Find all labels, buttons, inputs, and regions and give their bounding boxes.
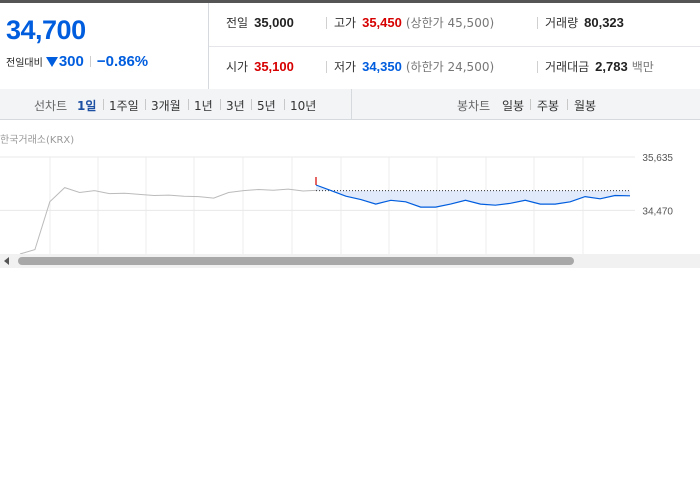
stat-value: 80,323: [584, 15, 624, 30]
candle-chart-periods: 봉차트 일봉 주봉 월봉: [351, 89, 700, 119]
scroll-left-icon[interactable]: [4, 257, 9, 265]
change-value: 300: [58, 53, 84, 70]
stat-label: 고가: [334, 16, 357, 30]
period-separator: [251, 99, 252, 110]
chart-y-labels: 35,63534,47033,303: [642, 153, 673, 258]
period-separator: [188, 99, 189, 110]
quote-stats: 전일 35,000 고가 35,450 (상한가 45,500) 거래량 80,323 시가 3…: [209, 3, 700, 89]
stat-cell: 고가 35,450 (상한가 45,500): [334, 14, 494, 31]
stat-separator: [537, 61, 538, 73]
change-percent: −0.86%: [96, 53, 149, 70]
period-tab[interactable]: 5년: [257, 97, 276, 114]
stats-divider: [209, 46, 700, 47]
stat-value: 2,783: [595, 59, 628, 74]
candle-separator: [567, 99, 568, 110]
period-tab[interactable]: 10년: [290, 97, 316, 114]
period-separator: [284, 99, 285, 110]
line-chart-periods: 선차트 1일 1주일 3개월 1년 3년 5년 10년: [0, 89, 350, 119]
stat-value: 35,450: [362, 15, 402, 30]
stat-separator: [326, 17, 327, 29]
stat-separator: [537, 17, 538, 29]
stat-label: 전일: [226, 16, 249, 30]
candle-tab[interactable]: 주봉: [537, 97, 559, 114]
stat-sub: (하한가 24,500): [405, 60, 495, 74]
stat-label: 저가: [334, 60, 357, 74]
candle-chart-title: 봉차트: [457, 99, 491, 113]
chart-scrollbar[interactable]: [0, 254, 700, 268]
chart-series: [19, 177, 631, 255]
period-tab[interactable]: 1일: [77, 97, 96, 114]
current-price: 34,700: [6, 15, 86, 45]
current-price-box: 34,700 전일대비 300 −0.86%: [0, 3, 209, 89]
period-separator: [220, 99, 221, 110]
quote-panel: 34,700 전일대비 300 −0.86% 전일 35,000 고가 35,450 (상한…: [0, 3, 700, 90]
stat-cell: 거래대금 2,783 백만: [545, 58, 654, 75]
period-separator: [145, 99, 146, 110]
change-row: 전일대비 300 −0.86%: [6, 53, 148, 70]
y-label-high: 35,635: [642, 153, 673, 164]
stat-cell: 거래량 80,323: [545, 14, 624, 31]
line-chart-title: 선차트: [34, 99, 68, 113]
stat-sub: (상한가 45,500): [405, 16, 495, 30]
price-chart: 35,63534,47033,303: [0, 153, 673, 258]
stat-sub: 백만: [631, 60, 654, 74]
scroll-thumb[interactable]: [18, 257, 574, 265]
candle-tab[interactable]: 일봉: [502, 97, 524, 114]
stat-cell: 전일 35,000: [226, 14, 294, 31]
down-triangle-icon: [45, 56, 58, 67]
candle-tab[interactable]: 월봉: [574, 97, 596, 114]
stat-separator: [326, 61, 327, 73]
stat-cell: 저가 34,350 (하한가 24,500): [334, 58, 494, 75]
series-previous: [19, 187, 319, 255]
period-tab[interactable]: 1년: [194, 97, 213, 114]
period-bar: 선차트 1일 1주일 3개월 1년 3년 5년 10년 봉차트 일봉 주봉 월봉: [0, 89, 700, 120]
change-separator: [89, 56, 91, 67]
stat-value: 35,100: [254, 59, 294, 74]
candle-separator: [530, 99, 531, 110]
period-tab[interactable]: 3년: [226, 97, 245, 114]
chart-grid: [0, 156, 635, 254]
stat-label: 거래대금: [545, 60, 590, 74]
stat-label: 거래량: [545, 16, 579, 30]
period-tab[interactable]: 1주일: [109, 97, 139, 114]
stat-cell: 시가 35,100: [226, 58, 294, 75]
stat-label: 시가: [226, 60, 249, 74]
stat-value: 34,350: [362, 59, 402, 74]
period-tab[interactable]: 3개월: [151, 97, 181, 114]
y-label-mid: 34,470: [642, 206, 673, 217]
stat-value: 35,000: [254, 15, 294, 30]
period-separator: [103, 99, 104, 110]
change-label: 전일대비: [6, 58, 43, 69]
